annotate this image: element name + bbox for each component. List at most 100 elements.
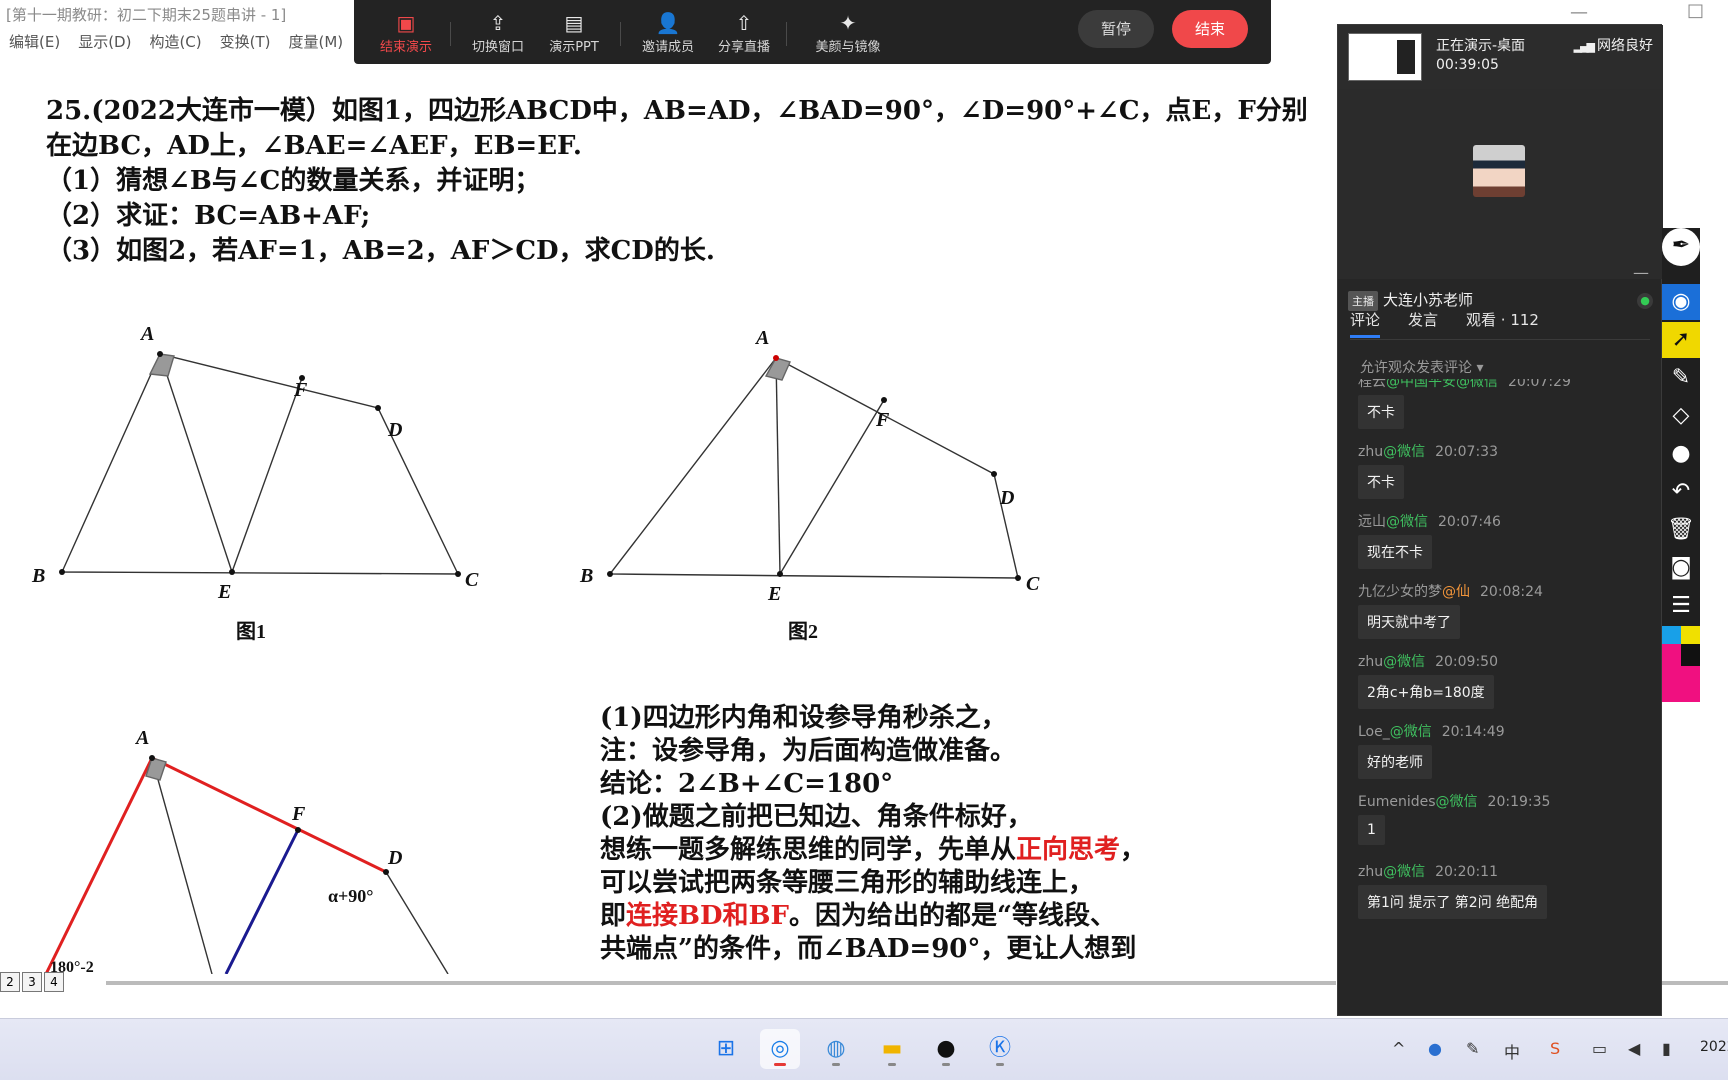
meeting-app-icon[interactable]: ◎	[760, 1029, 800, 1069]
beauty-mirror-button[interactable]: ✦ 美颜与镜像	[802, 10, 894, 55]
menu-measure[interactable]: 度量(M)	[280, 28, 353, 54]
swatch-yellow[interactable]	[1681, 626, 1700, 644]
comment-header: zhu@微信 20:20:11	[1358, 861, 1498, 881]
menu-bar: 编辑(E) 显示(D) 构造(C) 变换(T) 度量(M) 数	[0, 28, 385, 54]
k-app-icon[interactable]: Ⓚ	[980, 1029, 1020, 1069]
pause-button[interactable]: 暂停	[1078, 10, 1154, 48]
label-d-fig1: D	[387, 419, 402, 441]
menu-transform[interactable]: 变换(T)	[211, 28, 280, 54]
horizontal-scrollbar[interactable]	[106, 981, 1336, 985]
microphone-icon[interactable]: ●	[1637, 293, 1653, 309]
comment-source: @微信	[1383, 654, 1426, 670]
comment-time: 20:08:24	[1480, 584, 1543, 600]
toolbar-divider	[620, 22, 621, 46]
tab-comments[interactable]: 评论	[1350, 309, 1381, 338]
analysis-7c: 。因为给出的都是“等线段、	[788, 901, 1116, 931]
eraser-icon[interactable]: ◇	[1662, 398, 1700, 434]
swatch-cyan[interactable]	[1662, 626, 1681, 644]
pen-logo-icon[interactable]: ✒	[1662, 228, 1700, 266]
page-tab-2[interactable]: 2	[0, 972, 20, 992]
battery-icon[interactable]: ▮	[1662, 1039, 1671, 1058]
label-a-fig3: A	[134, 727, 149, 749]
comment-text: 明天就中考了	[1358, 605, 1460, 639]
analysis-line-3: 结论：2∠B+∠C=180°	[600, 769, 894, 799]
share-live-label: 分享直播	[717, 40, 770, 55]
tab-speak[interactable]: 发言	[1408, 309, 1438, 338]
maximize-button[interactable]: □	[1687, 0, 1704, 21]
stop-presenting-button[interactable]: ▣ 结束演示	[374, 10, 438, 55]
analysis-text: (1)四边形内角和设参导角秒杀之， 注：设参导角，为后面构造做准备。 结论：2∠…	[600, 702, 1146, 966]
share-live-button[interactable]: ⇧ 分享直播	[712, 10, 776, 55]
chevron-up-icon[interactable]: ^	[1392, 1039, 1405, 1058]
figure-1-caption: 图1	[236, 620, 266, 643]
page-tabs: 2 3 4	[0, 972, 66, 992]
screen-thumbnail[interactable]	[1348, 33, 1422, 81]
end-button[interactable]: 结束	[1172, 10, 1248, 48]
label-f-fig3: F	[291, 803, 306, 825]
comment-user: Loe_	[1358, 724, 1390, 740]
menu-construct[interactable]: 构造(C)	[140, 28, 210, 54]
undo-icon[interactable]: ↶	[1662, 474, 1700, 510]
invite-members-button[interactable]: 👤 邀请成员	[636, 10, 700, 55]
pointer-icon[interactable]: ➚	[1662, 322, 1700, 358]
comment-header: 九亿少女的梦@仙 20:08:24	[1358, 581, 1543, 601]
file-explorer-icon[interactable]: ▬	[872, 1029, 912, 1069]
dot-icon[interactable]: ●	[1662, 436, 1700, 472]
page-tab-4[interactable]: 4	[44, 972, 64, 992]
active-indicator	[774, 1063, 786, 1066]
figure-2-caption: 图2	[788, 620, 818, 643]
screen-stop-icon: ▣	[396, 11, 416, 35]
allow-comments-dropdown[interactable]: 允许观众发表评论 ▾	[1360, 357, 1483, 377]
clock[interactable]: 2022	[1700, 1039, 1728, 1055]
menu-edit[interactable]: 编辑(E)	[0, 28, 69, 54]
ppt-icon: ▤	[564, 11, 584, 35]
notes-icon[interactable]: ☰	[1662, 588, 1700, 624]
pencil-icon[interactable]: ✎	[1662, 360, 1700, 396]
volume-icon[interactable]: ◀	[1628, 1039, 1640, 1058]
collapse-button[interactable]: —	[1633, 263, 1649, 282]
camera-icon[interactable]: ◙	[1662, 550, 1700, 586]
analysis-7a: 即	[600, 901, 627, 931]
switch-window-button[interactable]: ⇪ 切换窗口	[466, 10, 530, 55]
label-a-fig2: A	[754, 327, 769, 349]
comment-header: 远山@微信 20:07:46	[1358, 511, 1501, 531]
avatar	[1473, 145, 1525, 197]
comment-list[interactable]: 程云@中国平安@微信 20:07:29 不卡 zhu@微信 20:07:33 不卡 …	[1338, 379, 1663, 1009]
ime-icon[interactable]: 中	[1504, 1039, 1520, 1063]
pen-app-icon[interactable]: ●	[926, 1029, 966, 1069]
label-f-fig2: F	[875, 409, 890, 431]
tab-viewers[interactable]: 观看 · 112	[1466, 309, 1539, 338]
menu-display[interactable]: 显示(D)	[69, 28, 140, 54]
comment-time: 20:09:50	[1435, 654, 1498, 670]
taskbar: ⊞ ◎ ◍ ▬ ● Ⓚ ^ ● ✎ 中 S ▭ ◀ ▮ 2022	[0, 1018, 1728, 1080]
analysis-line-6: 可以尝试把两条等腰三角形的辅助线连上，	[600, 868, 1095, 898]
comment-header: Eumenides@微信 20:19:35	[1358, 791, 1550, 811]
microphone-tray-icon[interactable]: ●	[1428, 1039, 1442, 1058]
pen-tray-icon[interactable]: ✎	[1466, 1039, 1479, 1058]
swatch-magenta[interactable]	[1662, 644, 1681, 666]
eye-icon[interactable]: ◉	[1662, 284, 1700, 320]
swatch-black[interactable]	[1681, 644, 1700, 666]
present-ppt-button[interactable]: ▤ 演示PPT	[542, 10, 606, 55]
comment-header: zhu@微信 20:07:33	[1358, 441, 1498, 461]
color-palette[interactable]	[1662, 626, 1700, 702]
trash-icon[interactable]: 🗑	[1662, 512, 1700, 548]
window-title: [第十一期教研：初二下期末25题串讲 - 1]	[6, 6, 287, 24]
swatch-pink[interactable]	[1662, 666, 1700, 702]
browser-icon[interactable]: ◍	[816, 1029, 856, 1069]
page-tab-3[interactable]: 3	[22, 972, 42, 992]
host-badge: 主播	[1348, 291, 1378, 311]
label-d-fig2: D	[999, 487, 1014, 509]
running-indicator	[832, 1063, 840, 1066]
comment-source: @微信	[1386, 514, 1428, 530]
windows-start-icon[interactable]: ⊞	[706, 1029, 746, 1069]
minimize-button[interactable]: —	[1570, 2, 1588, 23]
running-indicator	[942, 1063, 950, 1066]
comment-user: 九亿少女的梦	[1358, 584, 1442, 600]
present-ppt-label: 演示PPT	[549, 40, 599, 55]
label-d-fig3: D	[387, 847, 402, 869]
display-tray-icon[interactable]: ▭	[1592, 1039, 1607, 1058]
s-app-tray-icon[interactable]: S	[1550, 1039, 1560, 1058]
comment-text: 不卡	[1358, 395, 1404, 429]
comment-time: 20:14:49	[1441, 724, 1505, 740]
